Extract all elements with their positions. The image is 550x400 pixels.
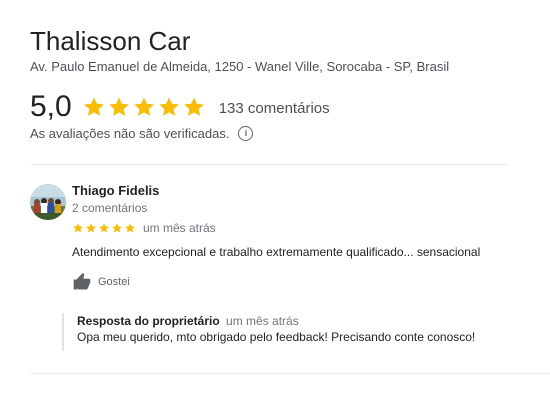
star-icon: [133, 97, 154, 116]
star-icon: [108, 97, 129, 116]
business-address: Av. Paulo Emanuel de Almeida, 1250 - Wan…: [30, 59, 450, 74]
owner-reply-header: Resposta do proprietário um mês atrás: [77, 313, 475, 329]
avatar[interactable]: [30, 184, 66, 220]
owner-reply-text: Opa meu querido, mto obrigado pelo feedb…: [77, 330, 476, 344]
thumbs-up-icon: [73, 272, 91, 290]
review-time: um mês atrás: [143, 221, 216, 235]
star-icon: [158, 97, 179, 116]
review-meta: um mês atrás: [72, 220, 216, 236]
star-icon: [73, 223, 83, 233]
like-label: Gostei: [98, 276, 130, 288]
verification-note: As avaliações não são verificadas. i: [30, 125, 254, 141]
review-text: Atendimento excepcional e trabalho extre…: [72, 245, 481, 259]
rating-value: 5,0: [30, 90, 72, 123]
star-icon: [112, 223, 122, 233]
star-icon: [125, 223, 135, 233]
divider: [30, 373, 550, 374]
reviewer-review-count: 2 comentários: [72, 201, 148, 215]
owner-reply-label: Resposta do proprietário: [77, 314, 220, 328]
business-name: Thalisson Car: [30, 26, 191, 56]
star-icon: [183, 97, 204, 116]
rating-stars: [82, 95, 207, 119]
rating-summary: 5,0 133 comentários: [30, 90, 330, 124]
owner-reply-time: um mês atrás: [226, 314, 299, 328]
star-icon: [99, 223, 109, 233]
review-stars: [72, 222, 137, 234]
review-count-link[interactable]: 133 comentários: [219, 92, 330, 126]
info-icon[interactable]: i: [238, 125, 254, 141]
verification-note-text: As avaliações não são verificadas.: [30, 125, 230, 141]
star-icon: [86, 223, 96, 233]
reviewer-name[interactable]: Thiago Fidelis: [72, 183, 159, 198]
divider: [30, 164, 508, 165]
star-icon: [83, 97, 104, 116]
owner-reply: Resposta do proprietário um mês atrás Op…: [62, 313, 475, 351]
like-button[interactable]: Gostei: [72, 272, 130, 292]
business-reviews-panel: Thalisson Car Av. Paulo Emanuel de Almei…: [0, 0, 550, 400]
